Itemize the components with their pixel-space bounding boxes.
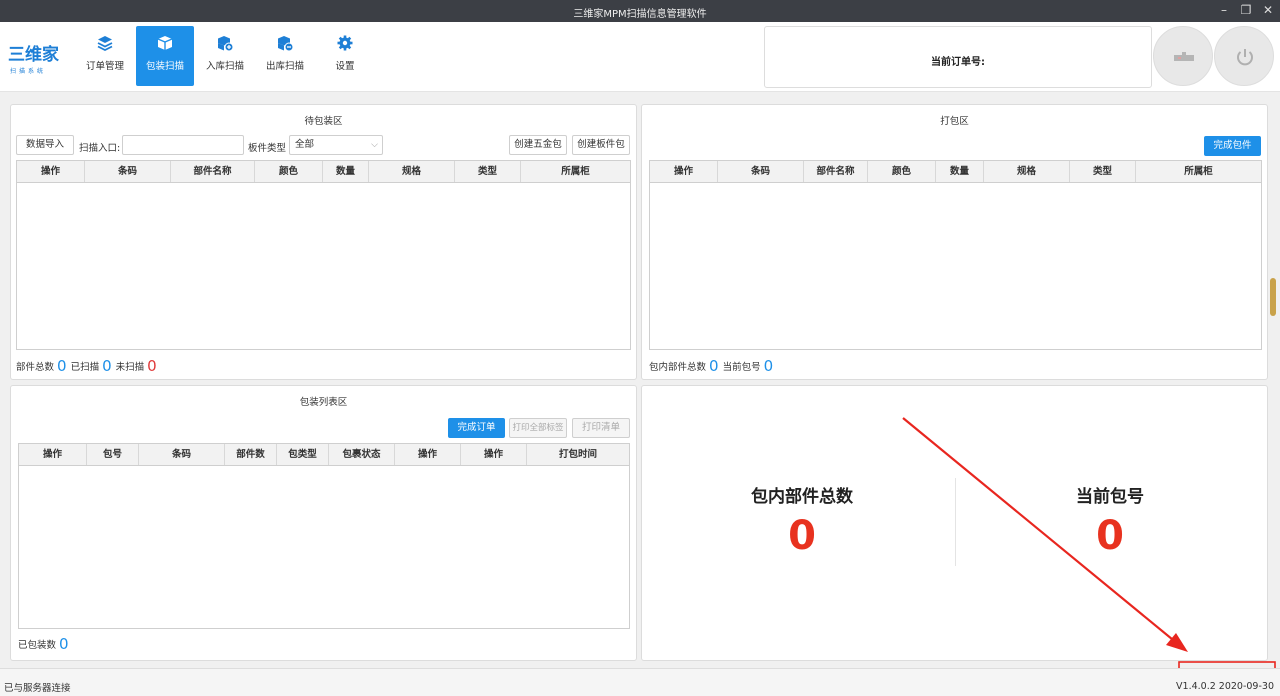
connection-status: 已与服务器连接: [4, 683, 71, 694]
status-bar: 已与服务器连接 V1.4.0.2 2020-09-30: [0, 668, 1280, 696]
annotation-arrow: [902, 417, 1179, 645]
annotation-overlay: [902, 417, 1276, 694]
version-label: V1.4.0.2 2020-09-30: [1176, 681, 1274, 692]
